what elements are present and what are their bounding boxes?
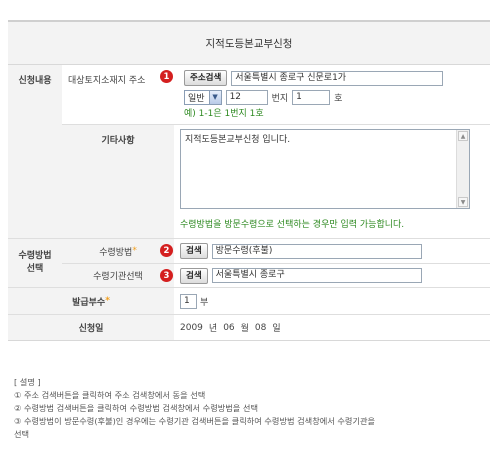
date-month: 06 bbox=[223, 322, 235, 333]
copies-unit: 부 bbox=[200, 297, 209, 308]
date-year-unit: 년 bbox=[208, 324, 218, 334]
method-input[interactable]: 방문수령(후불) bbox=[211, 243, 422, 259]
address-label: 대상토지소재지 주소 bbox=[68, 76, 146, 86]
copies-label-cell: 발급부수 * bbox=[8, 288, 174, 314]
method-search-button[interactable]: 검색 bbox=[180, 243, 208, 259]
scroll-down-icon[interactable]: ▼ bbox=[458, 197, 468, 207]
notes-heading: [ 설명 ] bbox=[14, 377, 41, 387]
date-month-unit: 월 bbox=[240, 324, 249, 334]
copies-input[interactable]: 1 bbox=[180, 293, 197, 309]
address-row: 대상토지소재지 주소 1 주소검색 서울특별시 종로구 신문로1가 일반 ▼ 1… bbox=[62, 65, 490, 125]
apply-section: 신청내용 대상토지소재지 주소 1 주소검색 서울특별시 종로구 신문로1가 일… bbox=[8, 65, 490, 239]
address-value-cell: 1 주소검색 서울특별시 종로구 신문로1가 일반 ▼ 12 번지 1 호 예)… bbox=[160, 65, 490, 124]
scroll-up-icon[interactable]: ▲ bbox=[458, 131, 468, 141]
agency-value-cell: 3 검색 서울특별시 종로구 bbox=[160, 264, 490, 287]
receive-section-label-line2: 선택 bbox=[26, 264, 44, 274]
method-required-mark: * bbox=[132, 246, 137, 256]
date-label: 신청일 bbox=[78, 324, 104, 334]
date-day-unit: 일 bbox=[272, 324, 281, 334]
copies-row: 발급부수 * 1 부 bbox=[8, 288, 490, 315]
chevron-down-icon: ▼ bbox=[208, 90, 221, 104]
form-title-row: 지적도등본교부신청 bbox=[8, 22, 490, 65]
ho-label: 호 bbox=[334, 93, 343, 104]
remarks-textarea[interactable]: 지적도등본교부신청 입니다. ▲ ▼ bbox=[180, 129, 470, 209]
method-row: 수령방법 * 2 검색 방문수령(후불) bbox=[62, 239, 490, 264]
date-value-cell: 2009 년 06 월 08 일 bbox=[174, 315, 490, 340]
address-search-button[interactable]: 주소검색 bbox=[184, 70, 228, 86]
address-label-cell: 대상토지소재지 주소 bbox=[62, 65, 174, 124]
apply-section-body: 대상토지소재지 주소 1 주소검색 서울특별시 종로구 신문로1가 일반 ▼ 1… bbox=[62, 65, 490, 238]
notes-line-4: 선택 bbox=[14, 429, 30, 439]
notes-line-1: ① 주소 검색버튼을 클릭하여 주소 검색창에서 동을 선택 bbox=[14, 390, 206, 400]
remarks-scrollbar[interactable]: ▲ ▼ bbox=[456, 130, 469, 208]
agency-row: 수령기관선택 3 검색 서울특별시 종로구 bbox=[62, 264, 490, 287]
receive-section: 수령방법 선택 수령방법 * 2 검색 방문수령(후불) 수령기관선택 3 검색… bbox=[8, 239, 490, 288]
apply-section-label: 신청내용 bbox=[8, 65, 62, 238]
remarks-label: 기타사항 bbox=[101, 136, 135, 146]
receive-section-body: 수령방법 * 2 검색 방문수령(후불) 수령기관선택 3 검색 서울특별시 종… bbox=[62, 239, 490, 287]
step-1-badge: 1 bbox=[160, 70, 173, 83]
date-year: 2009 bbox=[180, 322, 203, 333]
land-type-select[interactable]: 일반 ▼ bbox=[184, 89, 222, 105]
lot-example-text: 예) 1-1은 1번지 1호 bbox=[184, 109, 264, 119]
remarks-label-cell: 기타사항 bbox=[62, 125, 174, 238]
land-type-value: 일반 bbox=[188, 93, 205, 104]
sub-lot-input[interactable]: 1 bbox=[292, 89, 331, 105]
receive-section-label: 수령방법 선택 bbox=[8, 239, 62, 287]
notes-line-2: ② 수령방법 검색버튼을 클릭하여 수령방법 검색창에서 수령방법을 선택 bbox=[14, 403, 259, 413]
agency-search-button[interactable]: 검색 bbox=[180, 267, 208, 284]
agency-input[interactable]: 서울특별시 종로구 bbox=[211, 268, 422, 283]
sub-lot-label: 번지 bbox=[271, 93, 289, 104]
date-row: 신청일 2009 년 06 월 08 일 bbox=[8, 315, 490, 340]
receive-section-label-line1: 수령방법 bbox=[18, 251, 52, 261]
copies-value-cell: 1 부 bbox=[174, 288, 490, 314]
method-label-cell: 수령방법 * bbox=[62, 239, 174, 263]
date-day: 08 bbox=[254, 322, 267, 333]
copies-label: 발급부수 bbox=[72, 297, 106, 308]
address-input[interactable]: 서울특별시 종로구 신문로1가 bbox=[231, 70, 444, 86]
step-3-badge: 3 bbox=[160, 269, 173, 282]
agency-label: 수령기관선택 bbox=[93, 272, 143, 282]
method-value-cell: 2 검색 방문수령(후불) bbox=[160, 239, 490, 263]
remarks-hint: 수령방법을 방문수령으로 선택하는 경우만 입력 가능합니다. bbox=[180, 220, 405, 230]
step-2-badge: 2 bbox=[160, 244, 173, 257]
copies-required-mark: * bbox=[105, 296, 110, 306]
remarks-value-cell: 지적도등본교부신청 입니다. ▲ ▼ 수령방법을 방문수령으로 선택하는 경우만… bbox=[174, 125, 490, 238]
remarks-text: 지적도등본교부신청 입니다. bbox=[185, 135, 291, 145]
notes-line-3: ③ 수령방법이 방문수령(후불)인 경우에는 수령기관 검색버튼을 클릭하여 수… bbox=[14, 416, 376, 426]
main-lot-input[interactable]: 12 bbox=[225, 89, 268, 105]
form-title: 지적도등본교부신청 bbox=[205, 37, 293, 50]
remarks-row: 기타사항 지적도등본교부신청 입니다. ▲ ▼ 수령방법을 방문수령으로 선택하… bbox=[62, 125, 490, 238]
agency-label-cell: 수령기관선택 bbox=[62, 264, 174, 287]
application-form: 지적도등본교부신청 신청내용 대상토지소재지 주소 1 주소검색 서울특별시 종… bbox=[8, 20, 490, 341]
date-label-cell: 신청일 bbox=[8, 315, 174, 340]
help-notes: [ 설명 ] ① 주소 검색버튼을 클릭하여 주소 검색창에서 동을 선택 ② … bbox=[14, 376, 494, 441]
method-label: 수령방법 bbox=[99, 247, 133, 258]
